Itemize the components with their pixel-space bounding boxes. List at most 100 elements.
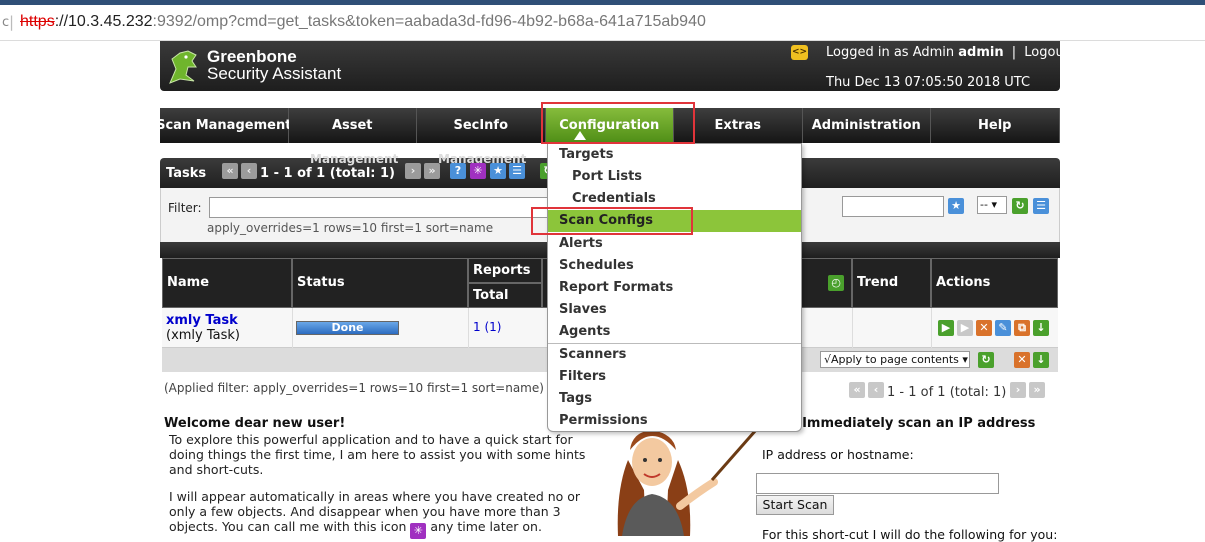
help-icon[interactable]: ? (450, 163, 466, 179)
reports-total-link[interactable]: 1 (473, 320, 481, 334)
menu-item-targets[interactable]: Targets (548, 144, 801, 166)
clone-task-icon[interactable]: ⧉ (1014, 320, 1030, 336)
reports-total-detail-link[interactable]: (1) (484, 320, 501, 334)
welcome-paragraph-1: To explore this powerful application and… (169, 432, 586, 477)
task-reports-total: 1 (1) (473, 320, 501, 334)
task-name-cell: xmly Task (xmly Task) (166, 313, 240, 343)
menu-item-permissions[interactable]: Permissions (548, 410, 801, 432)
menu-item-tags[interactable]: Tags (548, 388, 801, 410)
brand-name: Greenbone Security Assistant (207, 48, 341, 82)
menu-item-scan-configs[interactable]: Scan Configs (548, 210, 801, 232)
configuration-dropdown-menu: Targets Port Lists Credentials Scan Conf… (547, 143, 802, 432)
save-filter-icon[interactable]: ★ (948, 198, 964, 214)
menu-item-agents[interactable]: Agents (548, 321, 801, 343)
nav-administration[interactable]: Administration (802, 108, 931, 143)
task-name-link[interactable]: xmly Task (166, 313, 240, 328)
xml-icon[interactable]: <> (791, 45, 808, 60)
brand-line-1: Greenbone (207, 47, 297, 66)
ghost-label-management-1: Management (310, 152, 399, 166)
main-nav: Scan Management Asset SecInfo Configurat… (156, 108, 1060, 143)
browser-url-bar[interactable]: c | https://10.3.45.232:9392/omp?cmd=get… (0, 5, 1205, 41)
login-separator: | (1011, 45, 1017, 60)
filter-name-input[interactable] (842, 196, 944, 217)
list-icon[interactable]: ☰ (509, 163, 525, 179)
tasks-title: Tasks (166, 166, 207, 181)
new-task-icon[interactable]: ★ (490, 163, 506, 179)
url-path: :9392/omp?cmd=get_tasks&token=aabada3d-f… (152, 13, 706, 30)
brand-line-2: Security Assistant (207, 64, 342, 83)
url-host: ://10.3.45.232 (54, 13, 153, 30)
app-header: Greenbone Security Assistant <> Logged i… (160, 41, 1069, 91)
column-actions: Actions (931, 258, 1058, 308)
ip-address-input[interactable] (756, 473, 999, 494)
column-name[interactable]: Name (162, 258, 292, 308)
edit-task-icon[interactable]: ✎ (995, 320, 1011, 336)
last-page-icon[interactable]: » (424, 163, 440, 179)
start-scan-button[interactable]: Start Scan (756, 495, 834, 515)
bulk-refresh-icon[interactable]: ↻ (978, 352, 994, 368)
bulk-export-icon[interactable]: ↓ (1033, 352, 1049, 368)
filter-input[interactable] (209, 197, 551, 218)
start-task-icon[interactable]: ▶ (938, 320, 954, 336)
task-comment: (xmly Task) (166, 328, 240, 343)
task-status-bar: Done (296, 321, 399, 335)
username[interactable]: admin (958, 45, 1003, 60)
filter-refresh-icon[interactable]: ↻ (1012, 198, 1028, 214)
column-status[interactable]: Status (292, 258, 468, 308)
quick-start-title: start: Immediately scan an IP address (757, 416, 1036, 431)
export-task-icon[interactable]: ↓ (1033, 320, 1049, 336)
apply-to-select[interactable]: √Apply to page contents ▾ (820, 351, 970, 368)
bottom-previous-page-icon[interactable]: ‹ (868, 382, 884, 398)
next-page-icon[interactable]: › (405, 163, 421, 179)
assistant-character-illustration (617, 429, 758, 536)
greenbone-dragon-icon[interactable] (166, 47, 200, 87)
filter-list-icon[interactable]: ☰ (1033, 198, 1049, 214)
wizard-icon[interactable]: ✳ (470, 163, 486, 179)
welcome-paragraph-2-end: any time later on. (430, 519, 542, 534)
filter-select[interactable]: -- ▾ (977, 196, 1007, 214)
tasks-pager: 1 - 1 of 1 (total: 1) (260, 166, 395, 181)
column-trend[interactable]: Trend (852, 258, 931, 308)
quick-start-label: IP address or hostname: (762, 447, 914, 462)
nav-secinfo[interactable]: SecInfo (417, 108, 546, 143)
column-divider (468, 308, 469, 348)
logout-link[interactable]: Logout (1024, 45, 1069, 60)
bottom-next-page-icon[interactable]: › (1010, 382, 1026, 398)
menu-item-filters[interactable]: Filters (548, 366, 801, 388)
delete-task-icon[interactable]: ✕ (976, 320, 992, 336)
welcome-title: Welcome dear new user! (164, 416, 346, 431)
url-bar-separator: | (9, 13, 15, 31)
menu-item-alerts[interactable]: Alerts (548, 233, 801, 255)
nav-scan-management[interactable]: Scan Management (156, 108, 291, 143)
apply-to-select-value: √Apply to page contents (824, 353, 959, 366)
previous-page-icon[interactable]: ‹ (241, 163, 257, 179)
nav-extras[interactable]: Extras (674, 108, 803, 143)
nav-help[interactable]: Help (931, 108, 1060, 143)
current-datetime: Thu Dec 13 07:05:50 2018 UTC (826, 75, 1031, 90)
nav-asset[interactable]: Asset (288, 108, 417, 143)
url-text[interactable]: https://10.3.45.232:9392/omp?cmd=get_tas… (20, 13, 706, 31)
menu-item-credentials[interactable]: Credentials (548, 188, 801, 210)
url-scheme: https (20, 13, 55, 30)
quick-start-note: For this short-cut I will do the followi… (762, 527, 1058, 542)
column-divider (931, 308, 932, 348)
logged-in-label: Logged in as Admin (826, 45, 955, 60)
first-page-icon[interactable]: « (222, 163, 238, 179)
column-reports: Reports (468, 258, 542, 283)
column-divider (292, 308, 293, 348)
filter-select-value: -- (980, 198, 988, 211)
menu-item-port-lists[interactable]: Port Lists (548, 166, 801, 188)
wizard-icon[interactable]: ✳ (410, 523, 427, 539)
bottom-first-page-icon[interactable]: « (849, 382, 865, 398)
welcome-paragraph-2: I will appear automatically in areas whe… (169, 489, 589, 539)
nav-configuration[interactable]: Configuration (545, 108, 674, 143)
bulk-delete-icon[interactable]: ✕ (1014, 352, 1030, 368)
resume-task-icon[interactable]: ▶ (957, 320, 973, 336)
menu-item-scanners[interactable]: Scanners (548, 344, 801, 366)
menu-item-slaves[interactable]: Slaves (548, 299, 801, 321)
menu-item-schedules[interactable]: Schedules (548, 255, 801, 277)
menu-item-report-formats[interactable]: Report Formats (548, 277, 801, 299)
column-total[interactable]: Total (468, 283, 542, 308)
bottom-last-page-icon[interactable]: » (1029, 382, 1045, 398)
login-status: Logged in as Admin admin | Logout (826, 45, 1069, 60)
